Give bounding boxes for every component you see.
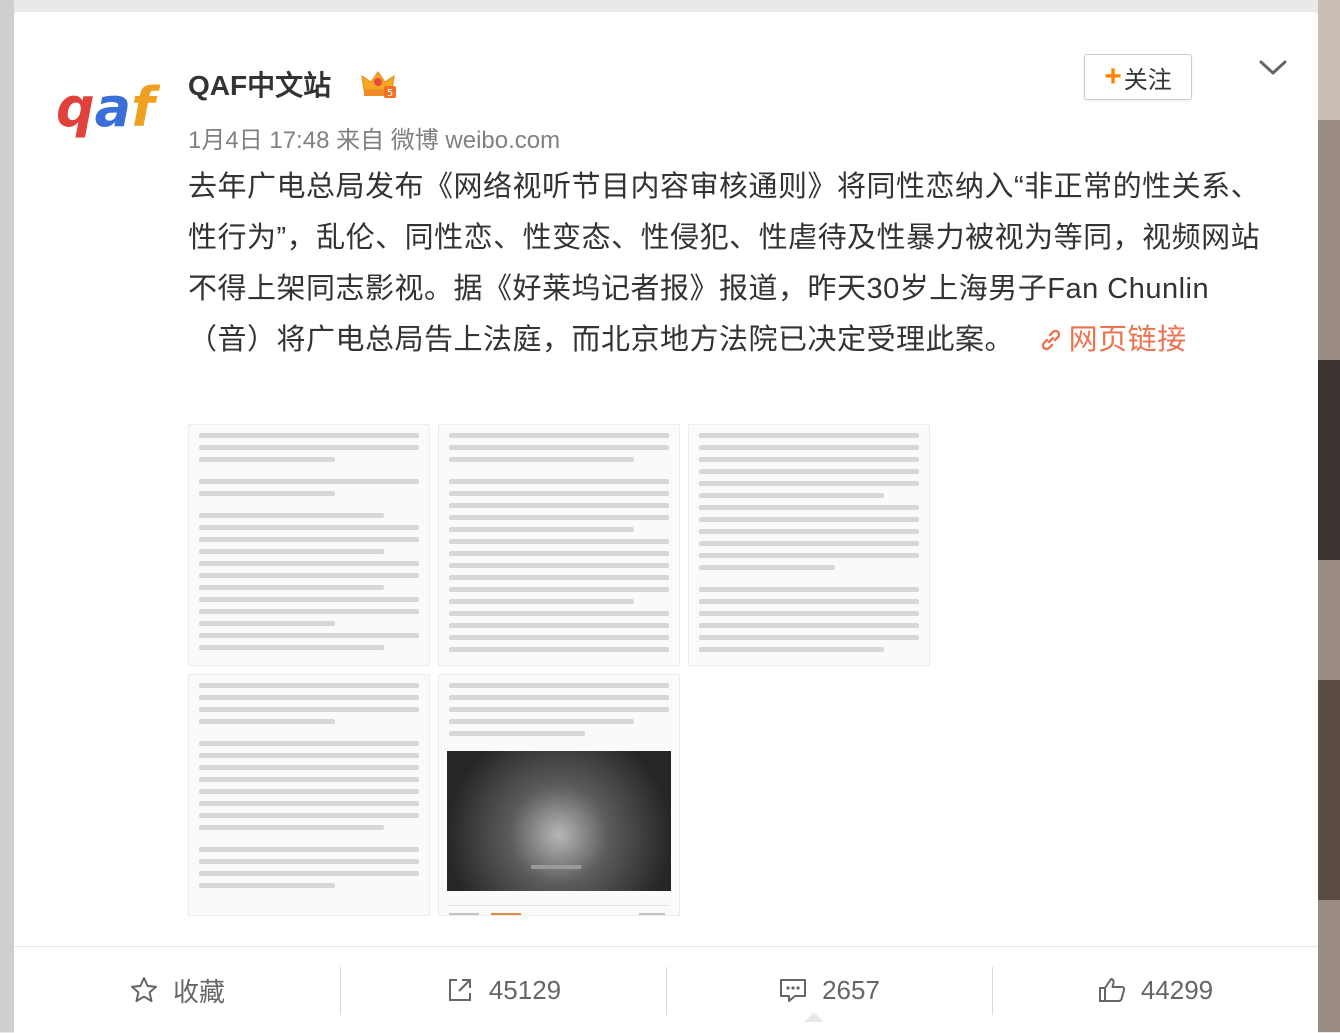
comment-count: 2657 xyxy=(822,974,880,1005)
post-image-3[interactable] xyxy=(688,424,930,666)
post-image-4[interactable] xyxy=(188,674,430,916)
favorite-button[interactable]: 收藏 xyxy=(14,947,340,1033)
star-icon xyxy=(130,977,157,1002)
comment-icon xyxy=(780,979,807,1002)
plus-icon: + xyxy=(1104,60,1122,93)
post-image-5[interactable] xyxy=(438,674,680,916)
thumbs-up-icon xyxy=(1098,978,1125,1002)
favorite-label: 收藏 xyxy=(172,976,225,1007)
crown-vip-icon[interactable]: 5 xyxy=(360,68,396,100)
web-link[interactable]: 网页链接 xyxy=(1023,324,1187,356)
background-right xyxy=(1318,0,1340,1032)
svg-text:5: 5 xyxy=(387,88,393,99)
post-image-2[interactable] xyxy=(438,424,680,666)
background-left xyxy=(0,0,14,1032)
link-icon xyxy=(1041,329,1060,351)
like-count: 44299 xyxy=(1140,974,1214,1005)
action-bar: 收藏 45129 2657 44299 xyxy=(14,946,1318,1033)
chevron-down-icon[interactable] xyxy=(1258,58,1288,78)
weibo-post-card: qaf QAF中文站 5 1月4日 17:48 来自 微博 weibo.com … xyxy=(14,12,1318,1033)
follow-button[interactable]: + 关注 xyxy=(1084,54,1192,100)
avatar[interactable]: qaf xyxy=(56,68,166,148)
web-link-label: 网页链接 xyxy=(1068,324,1187,356)
hands-photo xyxy=(447,751,671,891)
post-meta: 1月4日 17:48 来自 微博 weibo.com xyxy=(188,127,561,154)
post-body: 去年广电总局发布《网络视听节目内容审核通则》将同性恋纳入“非正常的性关系、性行为… xyxy=(188,162,1278,366)
comment-button[interactable]: 2657 xyxy=(666,947,992,1033)
repost-button[interactable]: 45129 xyxy=(340,947,666,1033)
like-button[interactable]: 44299 xyxy=(992,947,1318,1033)
follow-label: 关注 xyxy=(1123,66,1172,94)
post-image-1[interactable] xyxy=(188,424,430,666)
author-name[interactable]: QAF中文站 xyxy=(188,64,331,104)
comment-pointer xyxy=(804,1012,824,1022)
repost-count: 45129 xyxy=(488,974,562,1005)
share-icon xyxy=(448,979,471,1001)
